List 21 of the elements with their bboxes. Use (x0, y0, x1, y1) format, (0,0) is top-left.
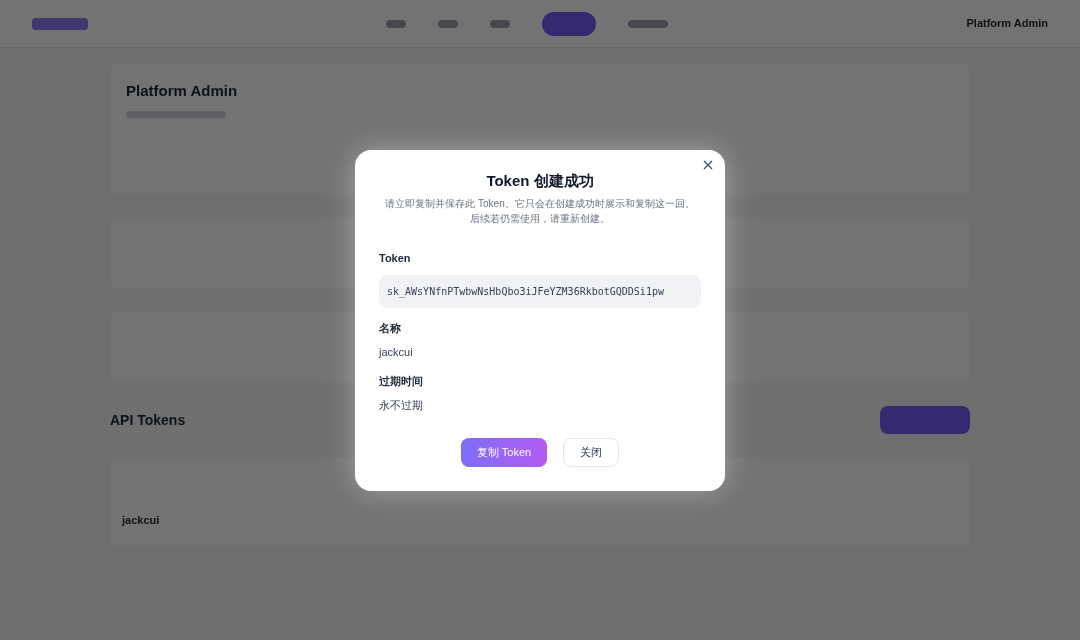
copy-button[interactable]: 复制 Token (460, 437, 548, 467)
logo-block (32, 17, 88, 30)
user-name[interactable]: Platform Admin (966, 15, 1048, 32)
token-value: sk_AWsYNfnPTwbwNsHbQbo3iJFeYZM36RkbotGQDDSi1pw (379, 274, 701, 308)
profile-name: Platform Admin (126, 81, 239, 101)
nav-item-placeholder (386, 19, 407, 28)
field-label: Token (379, 251, 412, 266)
field-label: 名称 (379, 320, 402, 336)
close-button[interactable]: 关闭 (563, 437, 620, 467)
field-value: 永不过期 (379, 398, 424, 413)
field-label: 过期时间 (379, 373, 424, 389)
active-nav-pill (542, 11, 597, 36)
nav-item-placeholder (628, 19, 669, 28)
close-icon[interactable] (703, 159, 713, 170)
dialog-title: Token 创建成功 (485, 170, 595, 191)
dialog-description: 请立即复制并保存此 Token。它只会在创建成功时展示和复制这一回。后续若仍需使用，请重新创建。 (384, 197, 696, 226)
section-title: API Tokens (110, 410, 186, 430)
nav-item-placeholder (490, 19, 511, 28)
nav-item-placeholder (438, 19, 459, 28)
field-value: jackcui (379, 345, 414, 360)
table-cell-text: jackcui (122, 512, 160, 528)
